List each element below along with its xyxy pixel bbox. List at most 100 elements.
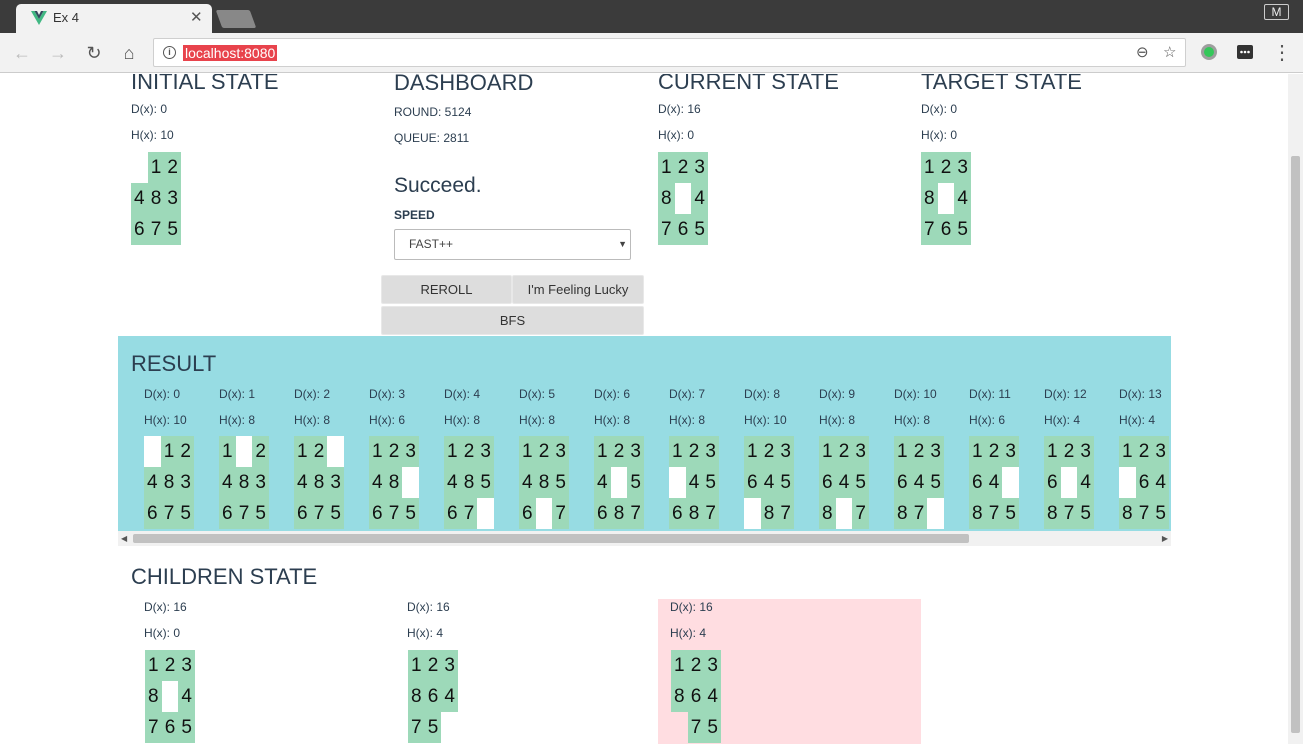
result-horizontal-scrollbar[interactable]: ◀ ▶ <box>118 531 1171 546</box>
extension-dots-icon[interactable] <box>1235 42 1255 62</box>
tile: 1 <box>969 436 986 467</box>
home-icon[interactable]: ⌂ <box>117 41 141 65</box>
bookmark-star-icon[interactable]: ☆ <box>1163 43 1176 61</box>
url-text[interactable]: localhost:8080 <box>183 45 278 61</box>
tile: 7 <box>985 498 1003 529</box>
step-h-value: H(x): 4 <box>1044 413 1080 427</box>
tile: 3 <box>852 436 870 467</box>
tile <box>327 436 345 467</box>
reroll-button[interactable]: REROLL <box>381 275 512 304</box>
tile: 3 <box>178 650 196 681</box>
tile: 3 <box>164 183 182 214</box>
tile: 6 <box>219 498 236 529</box>
tile: 5 <box>177 498 195 529</box>
step-board: 12364875 <box>1044 436 1095 529</box>
tile: 6 <box>937 214 955 245</box>
scroll-left-arrow-icon[interactable]: ◀ <box>121 531 127 546</box>
tile <box>927 498 945 529</box>
tile: 4 <box>985 467 1003 498</box>
tile: 4 <box>704 681 722 712</box>
tile: 1 <box>594 436 611 467</box>
tile: 1 <box>160 436 178 467</box>
back-arrow-icon[interactable]: ← <box>10 41 34 65</box>
info-icon[interactable]: i <box>163 46 176 59</box>
tile: 2 <box>1135 436 1153 467</box>
tile: 7 <box>408 712 425 743</box>
tile: 6 <box>519 498 536 529</box>
step-h-value: H(x): 6 <box>969 413 1005 427</box>
speed-select[interactable]: FAST++ ▼ <box>394 229 631 260</box>
tile: 1 <box>145 650 162 681</box>
tile: 2 <box>252 436 270 467</box>
step-h-value: H(x): 8 <box>294 413 330 427</box>
tile: 6 <box>819 467 836 498</box>
zoom-out-icon[interactable]: ⊖ <box>1136 43 1149 61</box>
tile: 8 <box>819 498 836 529</box>
tile: 4 <box>1077 467 1095 498</box>
tile: 4 <box>219 467 236 498</box>
tile: 7 <box>552 498 570 529</box>
tile: 3 <box>927 436 945 467</box>
tile: 8 <box>147 183 165 214</box>
tile: 4 <box>444 467 461 498</box>
bfs-button[interactable]: BFS <box>381 306 644 335</box>
tile: 2 <box>985 436 1003 467</box>
tile: 6 <box>669 498 686 529</box>
tile: 6 <box>294 498 311 529</box>
tile: 7 <box>852 498 870 529</box>
page-vertical-scrollbar[interactable] <box>1288 74 1303 744</box>
step-d-value: D(x): 6 <box>594 387 630 401</box>
tile <box>937 183 955 214</box>
tile <box>671 712 688 743</box>
tile: 8 <box>535 467 553 498</box>
tile: 6 <box>1044 467 1061 498</box>
scrollbar-thumb[interactable] <box>133 534 969 543</box>
step-board: 12364875 <box>1119 436 1170 529</box>
new-tab-button[interactable] <box>215 10 257 28</box>
scrollbar-thumb[interactable] <box>1291 156 1300 733</box>
tile: 2 <box>1060 436 1078 467</box>
tile: 3 <box>777 436 795 467</box>
result-title: RESULT <box>131 351 217 376</box>
tile: 8 <box>408 681 425 712</box>
tile: 2 <box>535 436 553 467</box>
tile: 1 <box>744 436 761 467</box>
tile: 6 <box>369 498 386 529</box>
tile: 5 <box>852 467 870 498</box>
tile: 4 <box>835 467 853 498</box>
tile: 2 <box>460 436 478 467</box>
browser-toolbar: ← → ↻ ⌂ i localhost:8080 ⊖ ☆ ⋮ <box>0 33 1303 73</box>
tile: 5 <box>691 214 709 245</box>
tile: 8 <box>145 681 162 712</box>
close-tab-icon[interactable]: ✕ <box>190 8 203 26</box>
result-panel[interactable]: RESULT D(x): 0 H(x): 10 1 2 4 8 3 6 7 5 D(x): 1 H(x… <box>118 336 1171 546</box>
child-board: 12386475 <box>408 650 459 743</box>
tile: 4 <box>685 467 703 498</box>
menu-icon[interactable]: ⋮ <box>1270 41 1294 65</box>
tile: 1 <box>408 650 425 681</box>
address-bar[interactable]: i localhost:8080 ⊖ ☆ <box>153 38 1186 67</box>
feeling-lucky-button[interactable]: I'm Feeling Lucky <box>512 275 644 304</box>
step-d-value: D(x): 7 <box>669 387 705 401</box>
tile: 3 <box>477 436 495 467</box>
tile: 4 <box>1152 467 1170 498</box>
step-h-value: H(x): 8 <box>819 413 855 427</box>
forward-arrow-icon[interactable]: → <box>46 41 70 65</box>
tile: 7 <box>627 498 645 529</box>
step-d-value: D(x): 3 <box>369 387 405 401</box>
tile: 5 <box>164 214 182 245</box>
tile: 6 <box>424 681 442 712</box>
tile: 3 <box>1152 436 1170 467</box>
tile: 5 <box>327 498 345 529</box>
browser-tab[interactable]: Ex 4 ✕ <box>16 4 212 33</box>
tile: 3 <box>552 436 570 467</box>
tile <box>1060 467 1078 498</box>
tile: 7 <box>310 498 328 529</box>
tile: 4 <box>519 467 536 498</box>
profile-button[interactable]: M <box>1264 4 1289 20</box>
extension-green-icon[interactable] <box>1199 42 1219 62</box>
tile: 5 <box>704 712 722 743</box>
reload-icon[interactable]: ↻ <box>82 41 106 65</box>
tile: 1 <box>444 436 461 467</box>
scroll-right-arrow-icon[interactable]: ▶ <box>1162 531 1168 546</box>
